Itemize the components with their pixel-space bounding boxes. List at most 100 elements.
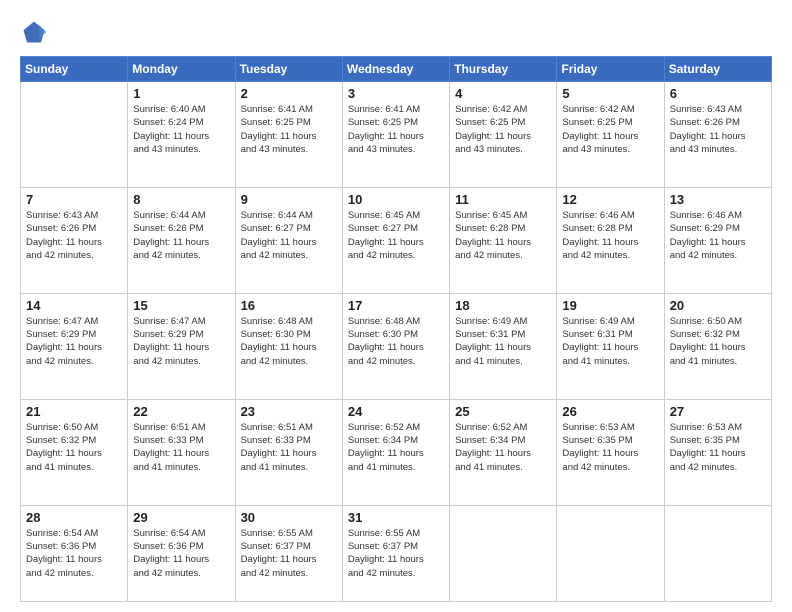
- day-number: 20: [670, 298, 766, 313]
- calendar-day-cell: 2 Sunrise: 6:41 AMSunset: 6:25 PMDaylight…: [235, 82, 342, 188]
- day-info: Sunrise: 6:51 AMSunset: 6:33 PMDaylight:…: [241, 421, 337, 474]
- logo: [20, 18, 52, 46]
- day-info: Sunrise: 6:52 AMSunset: 6:34 PMDaylight:…: [455, 421, 551, 474]
- day-info: Sunrise: 6:53 AMSunset: 6:35 PMDaylight:…: [562, 421, 658, 474]
- day-number: 14: [26, 298, 122, 313]
- day-number: 22: [133, 404, 229, 419]
- calendar-day-cell: 9 Sunrise: 6:44 AMSunset: 6:27 PMDaylight…: [235, 187, 342, 293]
- calendar-day-cell: 13 Sunrise: 6:46 AMSunset: 6:29 PMDayligh…: [664, 187, 771, 293]
- day-number: 27: [670, 404, 766, 419]
- calendar-day-cell: 7Sunrise: 6:43 AMSunset: 6:26 PMDaylight…: [21, 187, 128, 293]
- day-info: Sunrise: 6:53 AMSunset: 6:35 PMDaylight:…: [670, 421, 766, 474]
- day-number: 7: [26, 192, 122, 207]
- calendar-day-cell: [664, 505, 771, 601]
- day-number: 25: [455, 404, 551, 419]
- day-number: 3: [348, 86, 444, 101]
- day-info: Sunrise: 6:54 AMSunset: 6:36 PMDaylight:…: [26, 527, 122, 580]
- day-info: Sunrise: 6:44 AMSunset: 6:26 PMDaylight:…: [133, 209, 229, 262]
- day-info: Sunrise: 6:48 AMSunset: 6:30 PMDaylight:…: [348, 315, 444, 368]
- calendar-day-cell: 1Sunrise: 6:40 AMSunset: 6:24 PMDaylight…: [128, 82, 235, 188]
- day-number: 29: [133, 510, 229, 525]
- day-number: 10: [348, 192, 444, 207]
- day-number: 6: [670, 86, 766, 101]
- day-number: 4: [455, 86, 551, 101]
- day-info: Sunrise: 6:44 AMSunset: 6:27 PMDaylight:…: [241, 209, 337, 262]
- calendar-day-cell: 25 Sunrise: 6:52 AMSunset: 6:34 PMDayligh…: [450, 399, 557, 505]
- page: SundayMondayTuesdayWednesdayThursdayFrid…: [0, 0, 792, 612]
- calendar-day-cell: 29 Sunrise: 6:54 AMSunset: 6:36 PMDayligh…: [128, 505, 235, 601]
- day-info: Sunrise: 6:46 AMSunset: 6:29 PMDaylight:…: [670, 209, 766, 262]
- day-info: Sunrise: 6:47 AMSunset: 6:29 PMDaylight:…: [26, 315, 122, 368]
- day-number: 23: [241, 404, 337, 419]
- calendar-day-cell: 5Sunrise: 6:42 AMSunset: 6:25 PMDaylight…: [557, 82, 664, 188]
- weekday-header: Tuesday: [235, 57, 342, 82]
- day-info: Sunrise: 6:47 AMSunset: 6:29 PMDaylight:…: [133, 315, 229, 368]
- day-info: Sunrise: 6:45 AMSunset: 6:27 PMDaylight:…: [348, 209, 444, 262]
- day-info: Sunrise: 6:54 AMSunset: 6:36 PMDaylight:…: [133, 527, 229, 580]
- day-info: Sunrise: 6:50 AMSunset: 6:32 PMDaylight:…: [670, 315, 766, 368]
- day-number: 28: [26, 510, 122, 525]
- day-info: Sunrise: 6:41 AMSunset: 6:25 PMDaylight:…: [241, 103, 337, 156]
- weekday-header: Wednesday: [342, 57, 449, 82]
- calendar-day-cell: 20 Sunrise: 6:50 AMSunset: 6:32 PMDayligh…: [664, 293, 771, 399]
- calendar-day-cell: [450, 505, 557, 601]
- day-number: 16: [241, 298, 337, 313]
- day-info: Sunrise: 6:42 AMSunset: 6:25 PMDaylight:…: [562, 103, 658, 156]
- calendar-day-cell: 23 Sunrise: 6:51 AMSunset: 6:33 PMDayligh…: [235, 399, 342, 505]
- day-info: Sunrise: 6:42 AMSunset: 6:25 PMDaylight:…: [455, 103, 551, 156]
- day-info: Sunrise: 6:51 AMSunset: 6:33 PMDaylight:…: [133, 421, 229, 474]
- weekday-header: Friday: [557, 57, 664, 82]
- day-number: 24: [348, 404, 444, 419]
- calendar-day-cell: 26 Sunrise: 6:53 AMSunset: 6:35 PMDayligh…: [557, 399, 664, 505]
- day-info: Sunrise: 6:48 AMSunset: 6:30 PMDaylight:…: [241, 315, 337, 368]
- calendar-day-cell: [557, 505, 664, 601]
- day-number: 19: [562, 298, 658, 313]
- calendar-day-cell: 28 Sunrise: 6:54 AMSunset: 6:36 PMDayligh…: [21, 505, 128, 601]
- header: [20, 18, 772, 46]
- calendar-day-cell: 17 Sunrise: 6:48 AMSunset: 6:30 PMDayligh…: [342, 293, 449, 399]
- day-number: 26: [562, 404, 658, 419]
- day-number: 2: [241, 86, 337, 101]
- calendar-week-row: 21Sunrise: 6:50 AMSunset: 6:32 PMDayligh…: [21, 399, 772, 505]
- day-number: 17: [348, 298, 444, 313]
- calendar-day-cell: 19 Sunrise: 6:49 AMSunset: 6:31 PMDayligh…: [557, 293, 664, 399]
- calendar-day-cell: 8 Sunrise: 6:44 AMSunset: 6:26 PMDaylight…: [128, 187, 235, 293]
- day-number: 11: [455, 192, 551, 207]
- calendar-day-cell: 10 Sunrise: 6:45 AMSunset: 6:27 PMDayligh…: [342, 187, 449, 293]
- calendar-day-cell: 18Sunrise: 6:49 AMSunset: 6:31 PMDayligh…: [450, 293, 557, 399]
- calendar-week-row: 1Sunrise: 6:40 AMSunset: 6:24 PMDaylight…: [21, 82, 772, 188]
- day-number: 15: [133, 298, 229, 313]
- day-info: Sunrise: 6:46 AMSunset: 6:28 PMDaylight:…: [562, 209, 658, 262]
- calendar-day-cell: 3Sunrise: 6:41 AMSunset: 6:25 PMDaylight…: [342, 82, 449, 188]
- weekday-header: Thursday: [450, 57, 557, 82]
- calendar-day-cell: 6 Sunrise: 6:43 AMSunset: 6:26 PMDaylight…: [664, 82, 771, 188]
- day-info: Sunrise: 6:49 AMSunset: 6:31 PMDaylight:…: [455, 315, 551, 368]
- calendar-week-row: 7Sunrise: 6:43 AMSunset: 6:26 PMDaylight…: [21, 187, 772, 293]
- day-number: 13: [670, 192, 766, 207]
- calendar-week-row: 28 Sunrise: 6:54 AMSunset: 6:36 PMDayligh…: [21, 505, 772, 601]
- day-number: 30: [241, 510, 337, 525]
- day-info: Sunrise: 6:43 AMSunset: 6:26 PMDaylight:…: [670, 103, 766, 156]
- day-number: 8: [133, 192, 229, 207]
- calendar-header-row: SundayMondayTuesdayWednesdayThursdayFrid…: [21, 57, 772, 82]
- day-info: Sunrise: 6:55 AMSunset: 6:37 PMDaylight:…: [241, 527, 337, 580]
- calendar-day-cell: 27 Sunrise: 6:53 AMSunset: 6:35 PMDayligh…: [664, 399, 771, 505]
- calendar-table: SundayMondayTuesdayWednesdayThursdayFrid…: [20, 56, 772, 602]
- day-info: Sunrise: 6:40 AMSunset: 6:24 PMDaylight:…: [133, 103, 229, 156]
- calendar-day-cell: [21, 82, 128, 188]
- calendar-day-cell: 24Sunrise: 6:52 AMSunset: 6:34 PMDayligh…: [342, 399, 449, 505]
- day-number: 9: [241, 192, 337, 207]
- day-info: Sunrise: 6:55 AMSunset: 6:37 PMDaylight:…: [348, 527, 444, 580]
- calendar-day-cell: 15 Sunrise: 6:47 AMSunset: 6:29 PMDayligh…: [128, 293, 235, 399]
- calendar-day-cell: 30 Sunrise: 6:55 AMSunset: 6:37 PMDayligh…: [235, 505, 342, 601]
- day-info: Sunrise: 6:49 AMSunset: 6:31 PMDaylight:…: [562, 315, 658, 368]
- day-number: 12: [562, 192, 658, 207]
- calendar-day-cell: 11 Sunrise: 6:45 AMSunset: 6:28 PMDayligh…: [450, 187, 557, 293]
- day-info: Sunrise: 6:45 AMSunset: 6:28 PMDaylight:…: [455, 209, 551, 262]
- calendar-week-row: 14 Sunrise: 6:47 AMSunset: 6:29 PMDayligh…: [21, 293, 772, 399]
- calendar-day-cell: 4 Sunrise: 6:42 AMSunset: 6:25 PMDaylight…: [450, 82, 557, 188]
- weekday-header: Saturday: [664, 57, 771, 82]
- day-number: 31: [348, 510, 444, 525]
- day-info: Sunrise: 6:50 AMSunset: 6:32 PMDaylight:…: [26, 421, 122, 474]
- calendar-day-cell: 21Sunrise: 6:50 AMSunset: 6:32 PMDayligh…: [21, 399, 128, 505]
